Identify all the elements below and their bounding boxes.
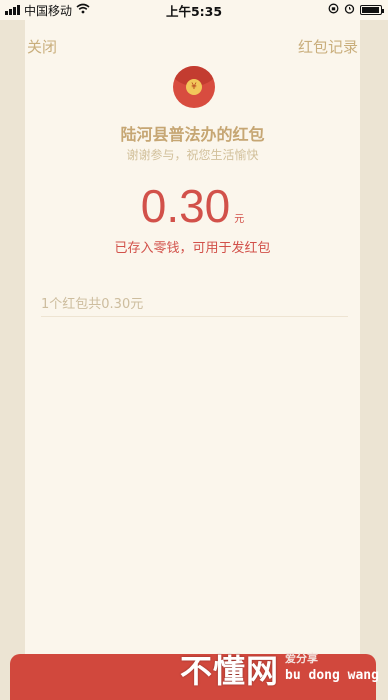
- greeting-text: 谢谢参与，祝您生活愉快: [126, 148, 259, 162]
- wifi-icon: [76, 3, 90, 17]
- orientation-lock-icon: [328, 3, 339, 17]
- red-envelope-icon: ¥: [173, 66, 215, 108]
- close-button[interactable]: 关闭: [27, 36, 57, 57]
- divider: [41, 316, 348, 317]
- status-right: [328, 3, 388, 17]
- amount-row: 0.30 元: [25, 183, 360, 229]
- packet-records-link[interactable]: 红包记录: [298, 36, 358, 57]
- status-bar: 中国移动 上午5:35: [0, 0, 388, 20]
- alarm-icon: [344, 3, 355, 17]
- watermark-pinyin: bu dong wang: [285, 668, 379, 683]
- sender-title: 陆河县普法办的红包: [120, 125, 265, 144]
- amount-value: 0.30: [140, 180, 231, 232]
- watermark-side: 爱分享 bu dong wang: [285, 650, 379, 683]
- deposit-note-link[interactable]: 已存入零钱，可用于发红包: [25, 237, 360, 256]
- watermark-main: 不懂网: [180, 652, 280, 690]
- battery-icon: [360, 5, 384, 15]
- carrier-name: 中国移动: [24, 3, 73, 18]
- amount-unit: 元: [234, 214, 245, 225]
- red-packet-detail-card: 关闭 红包记录 ¥ 陆河县普法办的红包 谢谢参与，祝您生活愉快 0.30 元 已…: [25, 20, 360, 676]
- watermark-sub: 爱分享: [285, 652, 319, 665]
- watermark: 不懂网 爱分享 bu dong wang: [180, 646, 379, 692]
- battery-fill: [362, 7, 379, 13]
- status-left: 中国移动: [0, 2, 90, 19]
- coin-icon: ¥: [186, 79, 202, 95]
- signal-strength-icon: [5, 5, 20, 15]
- packet-summary: 1个红包共0.30元: [41, 297, 144, 312]
